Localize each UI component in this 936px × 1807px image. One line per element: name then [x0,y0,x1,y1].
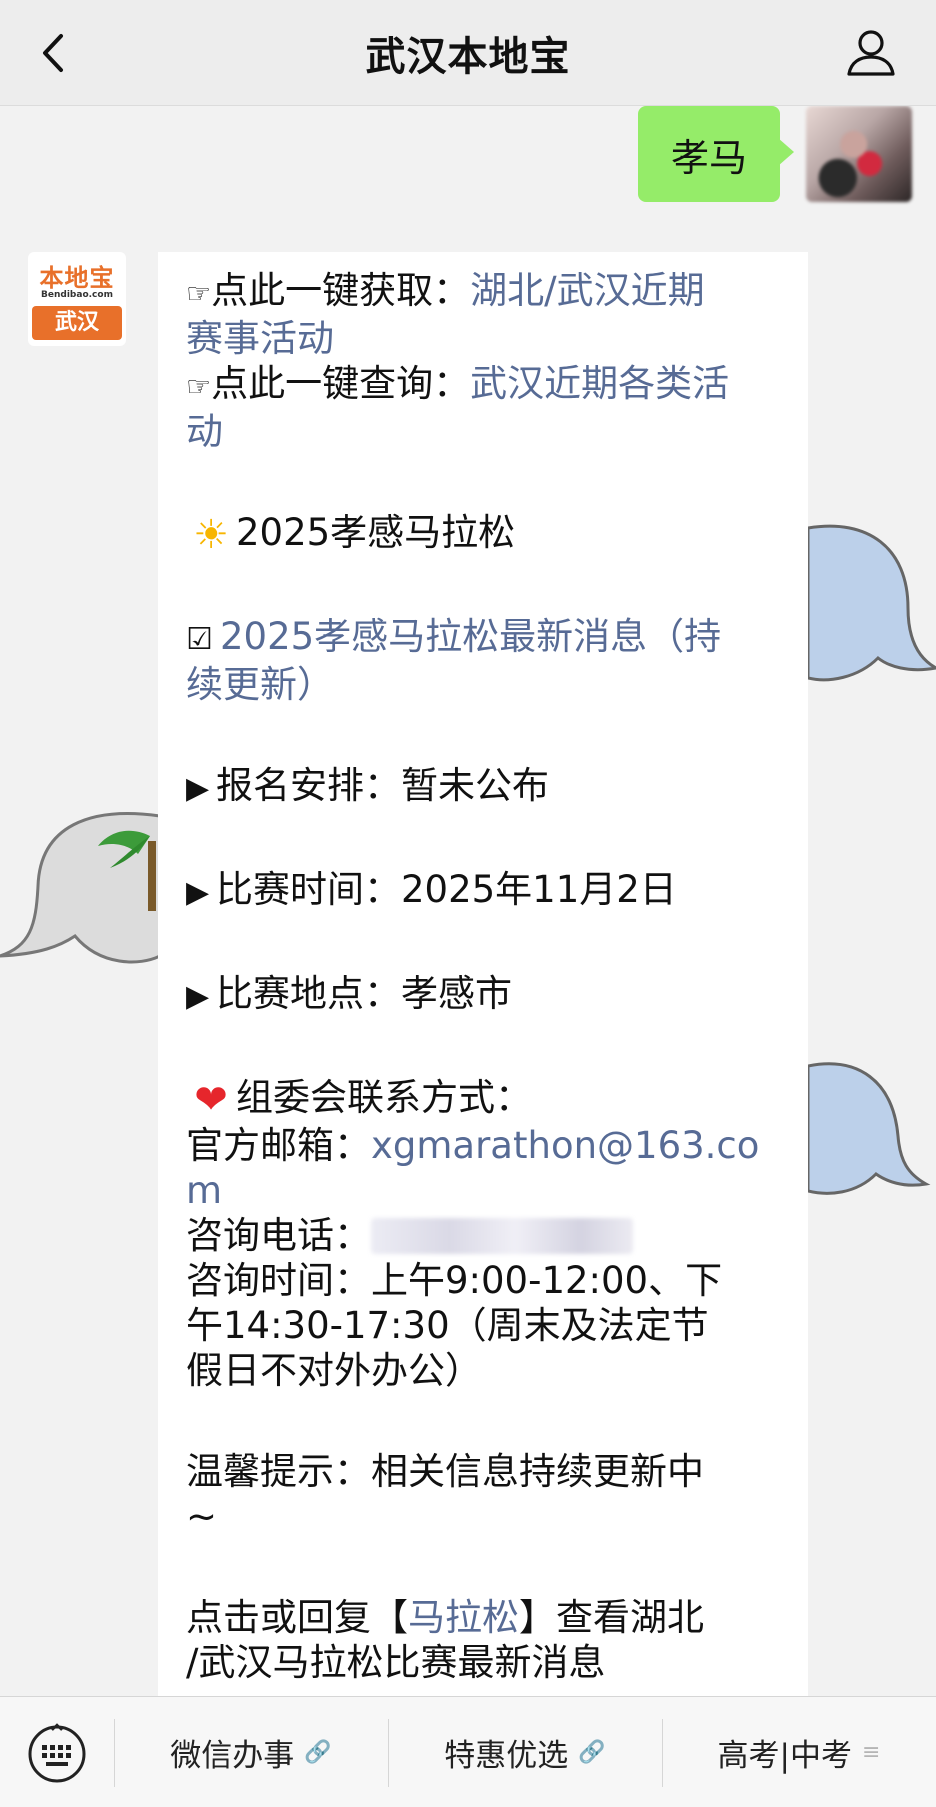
menu-item-label: 特惠优选 [444,1738,569,1774]
cta-link[interactable]: 马拉松 [408,1596,519,1639]
email-label: 官方邮箱： [186,1124,371,1167]
activities-prefix: 点此一键查询： [211,362,471,405]
place-line: ▶ 比赛地点：孝感市 [186,971,786,1019]
contact-title-line: ❤ 组委会联系方式： [186,1075,786,1123]
play-triangle-icon: ▶ [186,771,210,806]
menu-item-wechat-services[interactable]: 微信办事 🔗 [114,1697,388,1807]
avatar-brand: 本地宝 [39,264,115,292]
tip-line-1: 温馨提示：相关信息持续更新中 [186,1450,704,1493]
cta-prefix: 点击或回复【 [186,1596,408,1639]
signup-value: 暂未公布 [401,764,549,807]
message-content: ☞点此一键获取：湖北/武汉近期 赛事活动 ☞点此一键查询：武汉近期各类活 动 ☀… [186,268,786,1685]
hours-line-1: 咨询时间：上午9:00-12:00、下 [186,1259,723,1302]
sent-message-bubble[interactable]: 孝马 [638,106,794,202]
time-line: ▶ 比赛时间：2025年11月2日 [186,867,786,915]
phone-number-redacted [371,1218,633,1254]
bubble-doodle-right-bottom [808,1062,931,1195]
headline-line: ☀ 2025孝感马拉松 [186,510,786,558]
sent-message-text: 孝马 [670,135,747,180]
tip-line-2: ~ [186,1495,218,1538]
person-icon[interactable] [844,26,898,80]
headline-text: 2025孝感马拉松 [236,511,516,554]
email-link[interactable]: xgmarathon@163.co [371,1124,759,1167]
menu-item-label: 高考|中考 [717,1738,852,1774]
cta-suffix: 】查看湖北 [519,1596,704,1639]
hours-line-2: 午14:30-17:30（周末及法定节 [186,1304,709,1347]
signup-label: 报名安排： [216,764,401,807]
menu-item-label: 微信办事 [170,1738,295,1774]
events-link[interactable]: 湖北/武汉近期 [470,269,704,312]
email-line: 官方邮箱：xgmarathon@163.co [186,1123,786,1168]
pointing-hand-icon: ☞ [186,370,212,403]
link-icon: 🔗 [304,1740,332,1765]
nav-header: 武汉本地宝 [0,0,936,106]
menu-item-exams[interactable]: 高考|中考 ≡ [662,1697,936,1807]
signup-line: ▶ 报名安排：暂未公布 [186,763,786,811]
hours-line-3: 假日不对外办公） [186,1349,482,1392]
news-link[interactable]: 2025孝感马拉松最新消息（持 [220,615,721,658]
news-link-cont[interactable]: 续更新） [186,662,786,707]
news-line: ☑ 2025孝感马拉松最新消息（持 [186,614,786,662]
activities-link[interactable]: 武汉近期各类活 [470,362,729,405]
page-title: 武汉本地宝 [365,33,571,80]
menu-lines-icon: ≡ [862,1740,881,1765]
bubble-doodle-left [0,812,160,964]
activities-link-cont[interactable]: 动 [186,409,786,454]
menu-item-deals[interactable]: 特惠优选 🔗 [388,1697,662,1807]
time-value: 2025年11月2日 [401,868,677,911]
phone-line: 咨询电话： [186,1213,786,1258]
line-activities: ☞点此一键查询：武汉近期各类活 [186,361,786,409]
checkbox-icon: ☑ [186,622,213,657]
bottom-menu-bar: 微信办事 🔗 特惠优选 🔗 高考|中考 ≡ [0,1696,936,1807]
email-link-cont[interactable]: m [186,1168,786,1213]
contact-title: 组委会联系方式： [236,1076,532,1119]
cta-line: 点击或回复【马拉松】查看湖北 [186,1595,786,1640]
time-label: 比赛时间： [216,868,401,911]
user-avatar[interactable] [806,106,912,202]
heart-icon: ❤ [194,1077,228,1123]
avatar-brand-sub: Bendibao.com [41,290,113,300]
keyboard-icon[interactable] [26,1723,88,1785]
events-link-cont[interactable]: 赛事活动 [186,316,786,361]
play-triangle-icon: ▶ [186,875,210,910]
line-events: ☞点此一键获取：湖北/武汉近期 [186,268,786,316]
place-value: 孝感市 [401,972,512,1015]
bot-avatar[interactable]: 本地宝 Bendibao.com 武汉 [28,252,126,346]
play-triangle-icon: ▶ [186,979,210,1014]
sun-icon: ☀ [193,512,229,558]
chevron-left-icon[interactable] [30,28,80,78]
events-prefix: 点此一键获取： [211,269,471,312]
pointing-hand-icon: ☞ [186,277,212,310]
phone-label: 咨询电话： [186,1214,371,1257]
avatar-city-badge: 武汉 [32,306,122,340]
cta-line-2: /武汉马拉松比赛最新消息 [186,1641,606,1684]
place-label: 比赛地点： [216,972,401,1015]
link-icon: 🔗 [578,1740,606,1765]
bubble-doodle-right-top [808,524,936,682]
